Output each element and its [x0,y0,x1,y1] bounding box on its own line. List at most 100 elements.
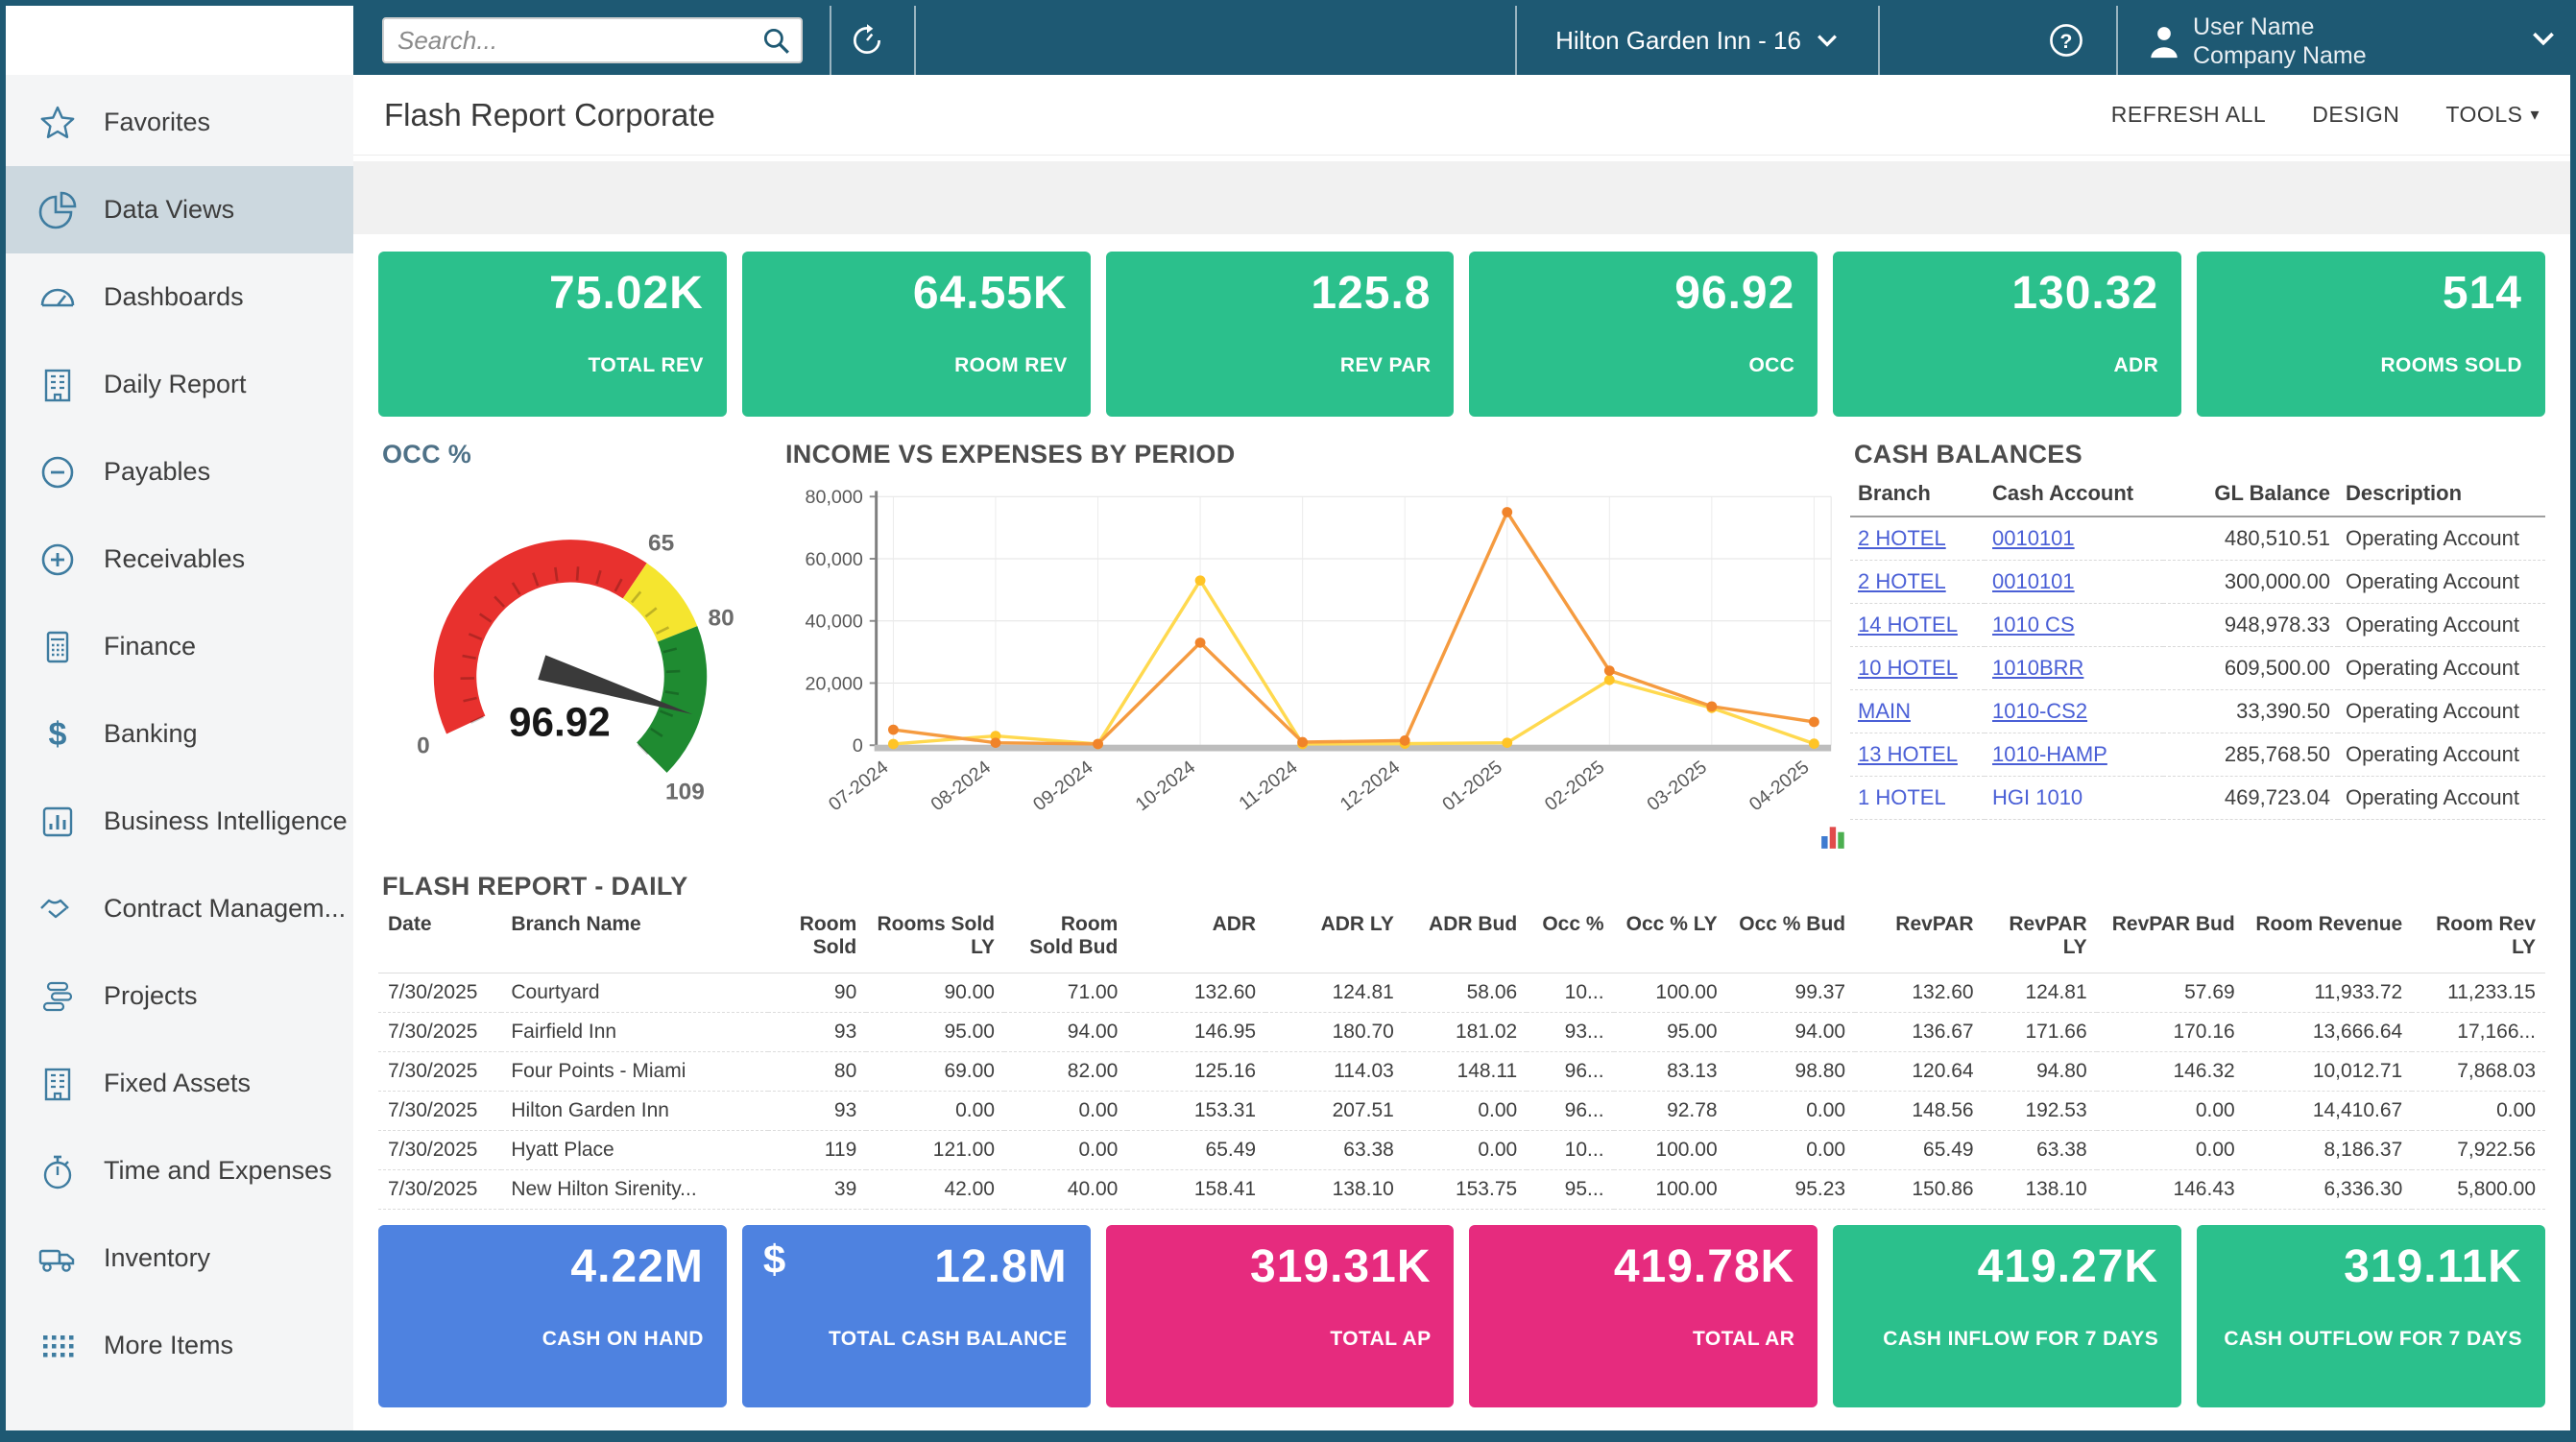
cash-account-link[interactable]: 1010 CS [1992,613,2075,637]
divider [2116,6,2118,75]
cash-account-link[interactable]: 1010-CS2 [1992,699,2087,723]
sidebar-item-label: Contract Managem... [104,894,346,924]
sidebar-item-dashboards[interactable]: Dashboards [6,253,353,341]
cash-account-link[interactable]: 1010BRR [1992,656,2083,680]
branch-link[interactable]: 14 HOTEL [1858,613,1958,637]
flash-column-room-revenue: Room Revenue [2245,909,2413,973]
sidebar-item-projects[interactable]: Projects [6,952,353,1040]
user-company: Company Name [2193,41,2367,70]
sidebar-item-label: Banking [104,719,198,749]
kpi-card-occ[interactable]: 96.92OCC [1469,252,1818,417]
flash-cell: 148.56 [1855,1092,1983,1131]
table-row: 7/30/2025Fairfield Inn9395.0094.00146.95… [378,1013,2545,1052]
kpi-card-total-rev[interactable]: 75.02KTOTAL REV [378,252,727,417]
sidebar-item-finance[interactable]: Finance [6,603,353,690]
cash-cell: HGI 1010 [1985,777,2163,820]
company-selector[interactable]: Hilton Garden Inn - 16 [1515,6,1878,75]
kpi-card-room-rev[interactable]: 64.55KROOM REV [742,252,1091,417]
flash-column-occ: Occ % [1527,909,1613,973]
flash-cell: 11,233.15 [2412,973,2545,1013]
session-timer-icon[interactable] [849,22,885,59]
sidebar-item-time-and-expenses[interactable]: Time and Expenses [6,1127,353,1214]
kpi-card-total-cash-balance[interactable]: $12.8MTOTAL CASH BALANCE [742,1225,1091,1407]
table-row: 7/30/2025Hyatt Place119121.000.0065.4963… [378,1131,2545,1170]
cash-account-link[interactable]: 1010-HAMP [1992,742,2107,766]
building-icon [36,1063,79,1105]
sidebar-item-data-views[interactable]: Data Views [6,166,353,253]
refresh-all-button[interactable]: REFRESH ALL [2111,102,2266,128]
flash-cell: 7/30/2025 [378,1092,501,1131]
flash-cell: 124.81 [1984,973,2097,1013]
table-row: 7/30/2025Hilton Garden Inn930.000.00153.… [378,1092,2545,1131]
kpi-card-adr[interactable]: 130.32ADR [1833,252,2181,417]
tools-button[interactable]: TOOLS ▾ [2445,102,2540,128]
svg-text:20,000: 20,000 [806,673,863,694]
sidebar-item-inventory[interactable]: Inventory [6,1214,353,1302]
kpi-card-total-ap[interactable]: 319.31KTOTAL AP [1106,1225,1455,1407]
flash-cell: 0.00 [1404,1092,1527,1131]
kpi-value: 419.78K [1492,1240,1794,1293]
sidebar-item-contract-managem[interactable]: Contract Managem... [6,865,353,952]
flash-cell: 95... [1527,1170,1613,1210]
kpi-card-cash-outflow-for-7-days[interactable]: 319.11KCASH OUTFLOW FOR 7 DAYS [2197,1225,2545,1407]
svg-text:09-2024: 09-2024 [1029,757,1097,815]
cash-cell: Operating Account [2338,777,2545,820]
gauge-icon [36,276,79,319]
branch-link[interactable]: 2 HOTEL [1858,526,1946,550]
help-icon[interactable]: ? [2047,21,2085,60]
sidebar-item-more-items[interactable]: More Items [6,1302,353,1389]
company-selector-label: Hilton Garden Inn - 16 [1555,26,1801,56]
branch-link[interactable]: 2 HOTEL [1858,569,1946,593]
cash-cell: 1010BRR [1985,647,2163,690]
kpi-card-total-ar[interactable]: 419.78KTOTAL AR [1469,1225,1818,1407]
cash-account-link[interactable]: 0010101 [1992,526,2075,550]
sidebar-item-payables[interactable]: Payables [6,428,353,516]
svg-text:07-2024: 07-2024 [825,757,893,815]
divider [914,6,916,75]
kpi-label: REV PAR [1129,354,1432,377]
layers-icon [36,975,79,1018]
branch-link[interactable]: 10 HOTEL [1858,656,1958,680]
svg-text:11-2024: 11-2024 [1235,757,1302,814]
kpi-card-cash-inflow-for-7-days[interactable]: 419.27KCASH INFLOW FOR 7 DAYS [1833,1225,2181,1407]
sidebar-item-label: Dashboards [104,282,244,312]
sidebar-item-banking[interactable]: $Banking [6,690,353,778]
sidebar-item-daily-report[interactable]: Daily Report [6,341,353,428]
svg-text:04-2025: 04-2025 [1745,757,1814,815]
kpi-card-rev-par[interactable]: 125.8REV PAR [1106,252,1455,417]
search-icon[interactable] [760,25,791,56]
logo-area [6,6,353,75]
chart-type-icon[interactable] [1819,822,1848,851]
cash-row: 14 HOTEL1010 CS948,978.33Operating Accou… [1850,604,2545,647]
sidebar-item-business-intelligence[interactable]: Business Intelligence [6,778,353,865]
cash-row: 10 HOTEL1010BRR609,500.00Operating Accou… [1850,647,2545,690]
cash-cell: 33,390.50 [2163,690,2338,733]
sidebar-item-fixed-assets[interactable]: Fixed Assets [6,1040,353,1127]
toolbar-actions: REFRESH ALL DESIGN TOOLS ▾ [2111,102,2540,128]
flash-cell: 7,868.03 [2412,1052,2545,1092]
kpi-card-cash-on-hand[interactable]: 4.22MCASH ON HAND [378,1225,727,1407]
cash-cell: 948,978.33 [2163,604,2338,647]
sidebar-item-label: Projects [104,981,198,1011]
cash-account-link[interactable]: HGI 1010 [1992,785,2082,809]
kpi-card-rooms-sold[interactable]: 514ROOMS SOLD [2197,252,2545,417]
flash-cell: 146.95 [1127,1013,1265,1052]
search-input[interactable] [384,26,760,56]
branch-link[interactable]: MAIN [1858,699,1911,723]
sidebar-item-receivables[interactable]: Receivables [6,516,353,603]
branch-link[interactable]: 1 HOTEL [1858,785,1946,809]
user-menu[interactable]: User Name Company Name [2149,12,2367,70]
flash-cell: 93 [768,1092,867,1131]
cash-account-link[interactable]: 0010101 [1992,569,2075,593]
kpi-label: CASH INFLOW FOR 7 DAYS [1856,1328,2158,1351]
sidebar-item-favorites[interactable]: Favorites [6,79,353,166]
branch-link[interactable]: 13 HOTEL [1858,742,1958,766]
cash-cell: 300,000.00 [2163,561,2338,604]
dollar-icon: $ [763,1237,785,1283]
design-button[interactable]: DESIGN [2312,102,2399,128]
flash-cell: 0.00 [2097,1131,2245,1170]
flash-cell: 13,666.64 [2245,1013,2413,1052]
cash-cell: 285,768.50 [2163,733,2338,777]
flash-cell: 95.00 [866,1013,1004,1052]
account-chevron-down-icon[interactable] [2532,31,2555,46]
